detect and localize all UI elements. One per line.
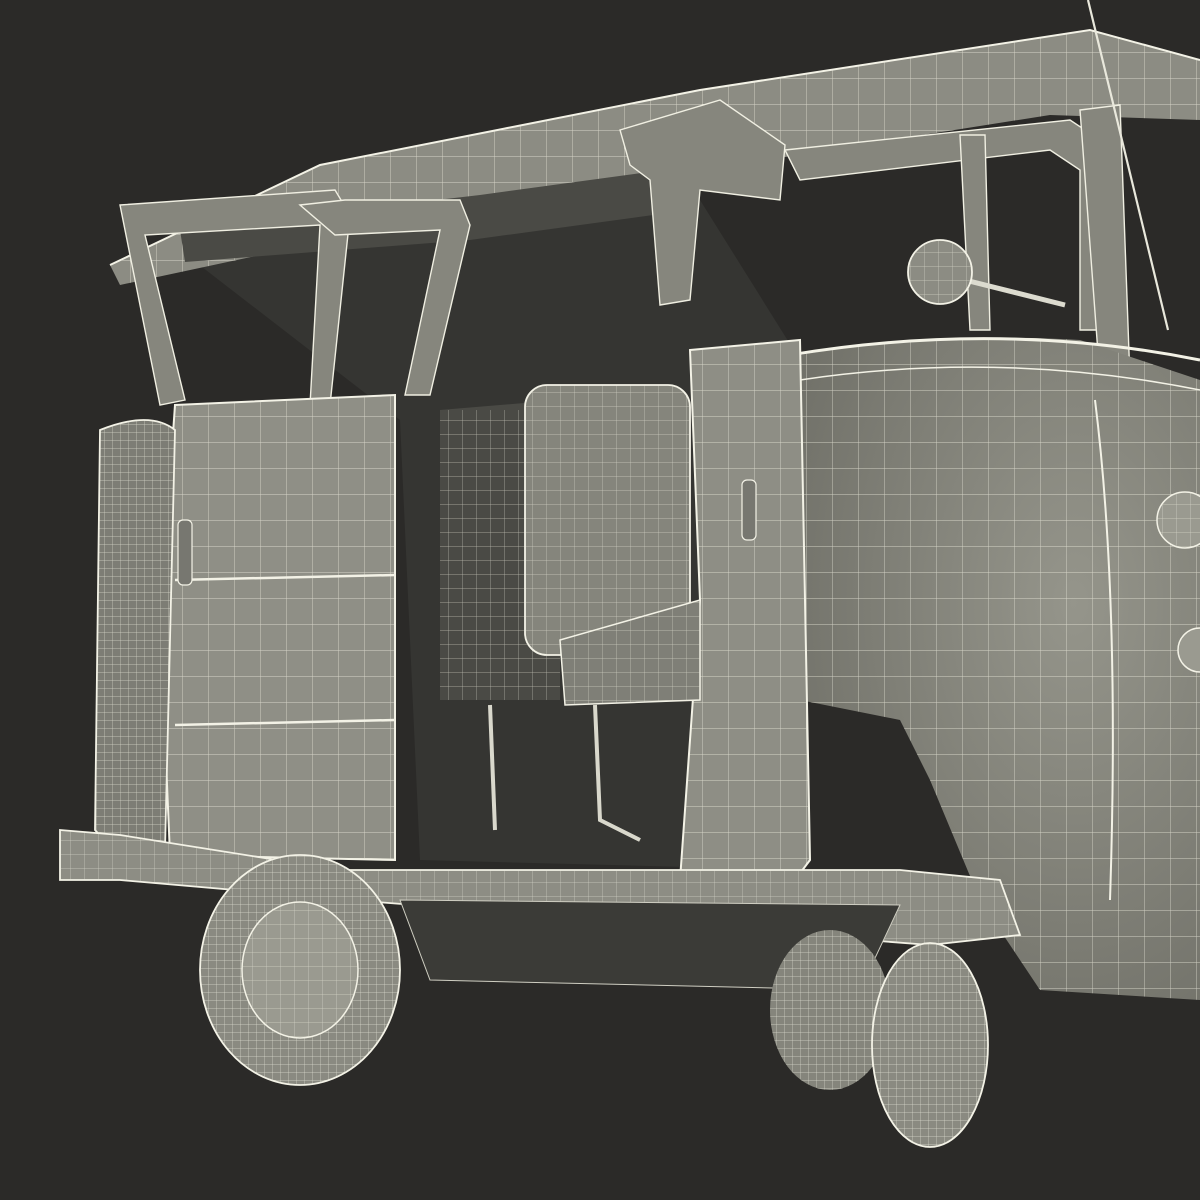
- door-handle-icon: [741, 479, 757, 541]
- spare-tire: [94, 419, 176, 854]
- wheel-left: [199, 854, 401, 1086]
- wheel-rear-right: [770, 930, 890, 1090]
- wheel-right: [871, 942, 989, 1148]
- van-wireframe-render: [59, 0, 1200, 1148]
- rear-door-handle-icon: [177, 519, 193, 586]
- rear-doors: [158, 393, 396, 862]
- render-viewport: [0, 0, 1200, 1200]
